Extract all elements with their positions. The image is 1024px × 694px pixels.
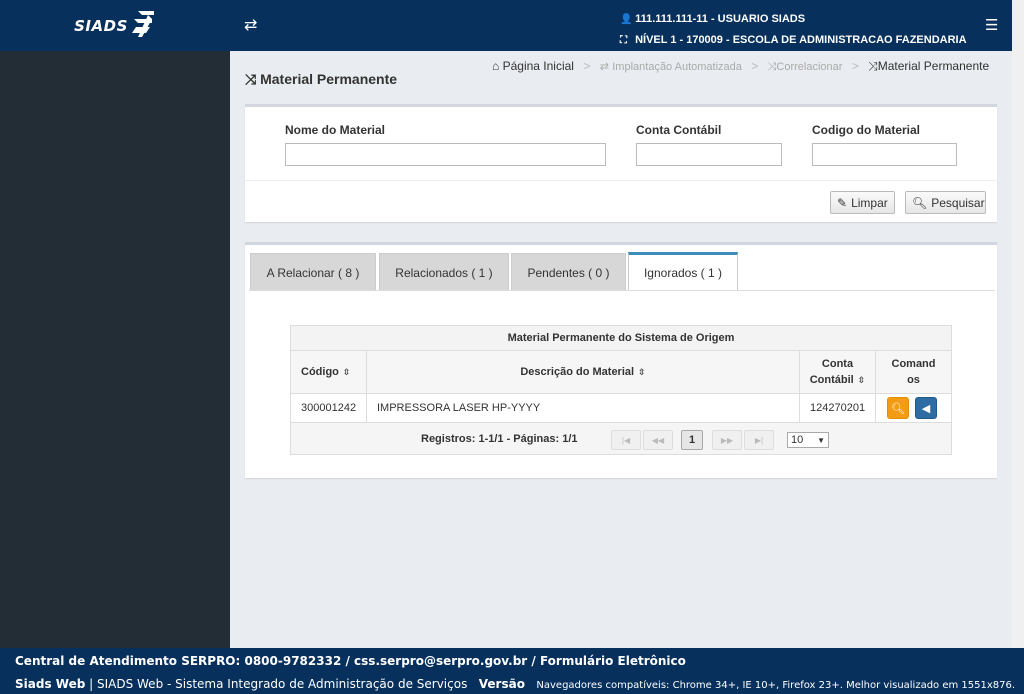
logo-text: SIADS <box>74 16 128 35</box>
page-title-text: Material Permanente <box>260 71 398 87</box>
page-size-value: 10 <box>791 434 804 446</box>
tab-underline <box>249 290 995 291</box>
breadcrumb-correlacionar[interactable]: Correlacionar <box>776 61 842 73</box>
sidebar <box>0 51 230 648</box>
data-grid: Material Permanente do Sistema de Origem… <box>290 325 952 455</box>
filter-panel: Nome do Material Conta Contábil Codigo d… <box>245 104 997 222</box>
header-descricao[interactable]: Descrição do Material ⇳ <box>367 351 800 394</box>
footer-info: Siads Web | SIADS Web - Sistema Integrad… <box>15 677 1016 691</box>
header-conta[interactable]: Conta Contábil ⇳ <box>800 351 876 394</box>
search-button[interactable]: 🔍︎ Pesquisar <box>905 191 986 214</box>
last-page-button[interactable]: ▶| <box>744 430 774 450</box>
nome-material-input[interactable] <box>285 143 606 166</box>
sitemap-icon: ⛶ <box>620 35 627 46</box>
tab-pendentes[interactable]: Pendentes ( 0 ) <box>511 253 626 291</box>
breadcrumb-home[interactable]: Página Inicial <box>503 59 574 73</box>
shuffle-icon: ⤨ <box>245 71 257 87</box>
eraser-icon: ✎ <box>837 195 848 210</box>
footer-app-desc: SIADS Web - Sistema Integrado de Adminis… <box>96 677 468 691</box>
chevron-down-icon: ▼ <box>817 435 825 445</box>
cell-descricao: IMPRESSORA LASER HP-YYYY <box>367 394 800 423</box>
header-comandos: Comand os <box>876 351 951 394</box>
page-title: ⤨ Material Permanente <box>245 71 397 88</box>
top-bar: SIADS ⇄ 👤 111.111.111-11 - USUARIO SIADS… <box>0 0 1012 51</box>
clear-label: Limpar <box>851 195 888 210</box>
sort-icon: ⇳ <box>638 367 646 377</box>
level-line: NÍVEL 1 - 170009 - ESCOLA DE ADMINISTRAC… <box>635 34 967 46</box>
restore-button[interactable]: ◀ <box>915 397 937 419</box>
search-label: Pesquisar <box>931 195 985 210</box>
logo[interactable]: SIADS <box>0 0 230 51</box>
footer-version-label: Versão <box>478 677 525 691</box>
user-line: 111.111.111-11 - USUARIO SIADS <box>635 13 806 25</box>
breadcrumb-implantacao[interactable]: Implantação Automatizada <box>612 61 742 73</box>
transfer-icon: ⇄ <box>599 61 609 73</box>
logo-mark-icon <box>130 7 156 44</box>
tab-a-relacionar[interactable]: A Relacionar ( 8 ) <box>250 253 376 291</box>
search-icon: 🔍︎ <box>912 195 928 210</box>
home-icon: ⌂ <box>492 59 500 73</box>
search-icon: 🔍︎ <box>891 402 905 415</box>
footer-browsers: Navegadores compatíveis: Chrome 34+, IE … <box>536 680 1016 691</box>
menu-icon[interactable]: ☰ <box>985 16 998 34</box>
sidebar-toggle-icon[interactable]: ⇄ <box>244 15 257 35</box>
user-info: 👤 111.111.111-11 - USUARIO SIADS ⛶ NÍVEL… <box>620 9 967 51</box>
header-descricao-label: Descrição do Material <box>520 366 635 378</box>
scrollbar[interactable] <box>1012 0 1024 648</box>
header-conta-label-1: Conta <box>821 358 854 370</box>
tabs-panel: A Relacionar ( 8 ) Relacionados ( 1 ) Pe… <box>245 242 997 478</box>
grid-caption: Material Permanente do Sistema de Origem <box>291 326 951 351</box>
user-icon: 👤 <box>620 14 633 25</box>
header-codigo-label: Código <box>301 366 339 378</box>
records-text: Registros: 1-1/1 - Páginas: 1/1 <box>421 433 578 445</box>
sort-icon: ⇳ <box>342 367 351 377</box>
conta-contabil-input[interactable] <box>636 143 782 166</box>
clear-button[interactable]: ✎ Limpar <box>830 191 895 214</box>
footer-app-name: Siads Web <box>15 677 86 691</box>
sort-icon: ⇳ <box>857 375 866 385</box>
codigo-label: Codigo do Material <box>812 123 920 137</box>
cell-comandos: 🔍︎ ◀ <box>876 394 951 423</box>
breadcrumb-current: Material Permanente <box>877 59 990 73</box>
nome-label: Nome do Material <box>285 123 386 137</box>
first-page-button[interactable]: |◀ <box>611 430 641 450</box>
cell-conta: 124270201 <box>800 394 876 423</box>
tab-relacionados[interactable]: Relacionados ( 1 ) <box>379 253 509 291</box>
current-page-button[interactable]: 1 <box>681 430 703 450</box>
footer: Central de Atendimento SERPRO: 0800-9782… <box>0 648 1024 694</box>
header-comandos-label-1: Comand <box>891 358 936 370</box>
page-size-select[interactable]: 10 ▼ <box>787 432 829 448</box>
header-comandos-label-2: os <box>907 374 920 386</box>
prev-page-button[interactable]: ◀◀ <box>643 430 673 450</box>
arrow-left-circle-icon: ◀ <box>921 402 931 415</box>
conta-label: Conta Contábil <box>636 123 722 137</box>
header-codigo[interactable]: Código ⇳ <box>291 351 367 394</box>
tab-ignorados[interactable]: Ignorados ( 1 ) <box>628 252 738 291</box>
breadcrumb: ⌂ Página Inicial > ⇄ Implantação Automat… <box>492 59 990 73</box>
header-conta-label-2: Contábil <box>809 374 854 386</box>
view-button[interactable]: 🔍︎ <box>887 397 909 419</box>
codigo-material-input[interactable] <box>812 143 957 166</box>
footer-contact: Central de Atendimento SERPRO: 0800-9782… <box>15 654 686 668</box>
pager: Registros: 1-1/1 - Páginas: 1/1 |◀ ◀◀ 1 … <box>291 423 951 455</box>
next-page-button[interactable]: ▶▶ <box>712 430 742 450</box>
shuffle-icon: ⤨ <box>868 59 878 73</box>
divider <box>245 180 997 181</box>
cell-codigo: 300001242 <box>291 394 367 423</box>
